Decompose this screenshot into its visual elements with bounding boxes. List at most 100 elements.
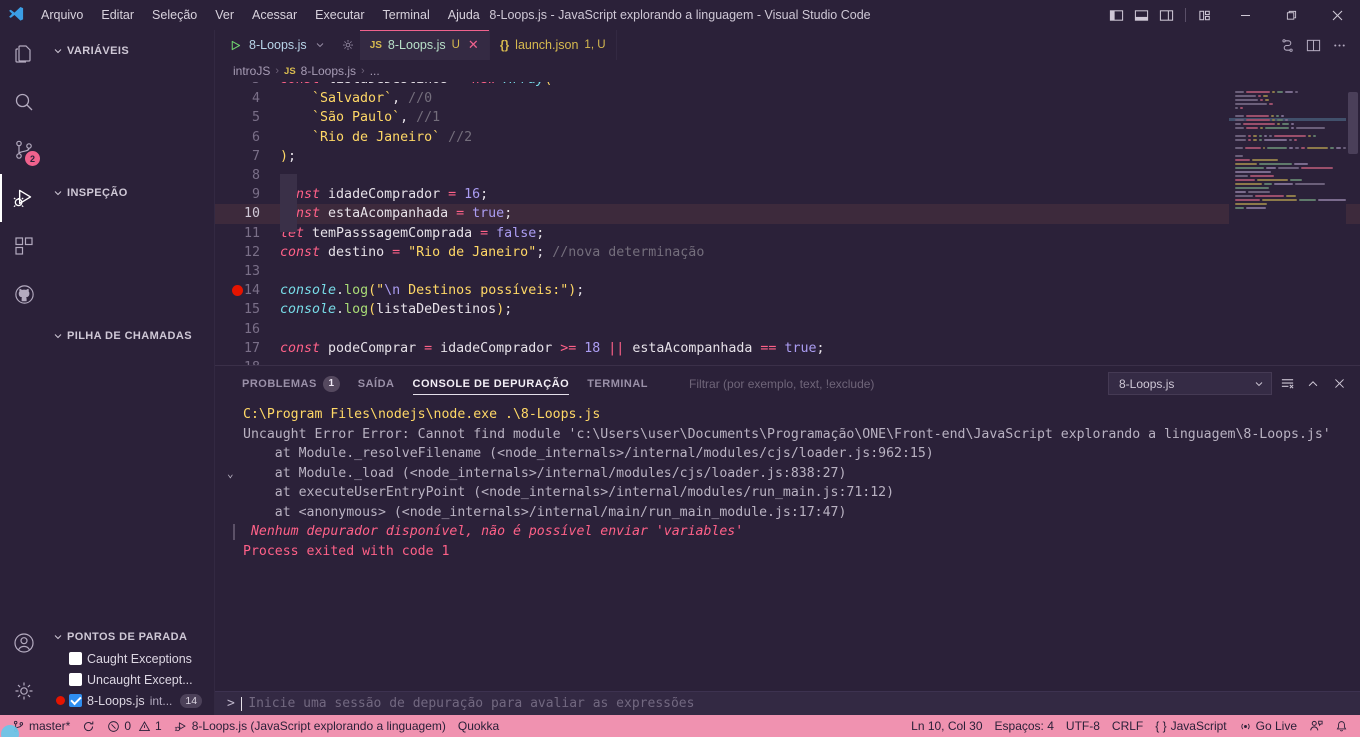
status-problems[interactable]: 0 1 [101,715,167,737]
checkbox[interactable] [69,673,82,686]
menu-executar[interactable]: Executar [306,4,373,26]
activity-explorer[interactable] [0,30,48,78]
section-breakpoints-header[interactable]: PONTOS DE PARADA [48,626,214,648]
collapse-panel-button[interactable] [1302,373,1324,395]
panel-tab-terminal[interactable]: TERMINAL [578,366,657,401]
menu-selecao[interactable]: Seleção [143,4,206,26]
debug-console-input[interactable]: > Inicie uma sessão de depuração para av… [215,691,1360,715]
ellipsis-icon[interactable] [1328,33,1350,57]
status-sync[interactable] [76,715,101,737]
code-line[interactable]: 16 [215,320,1360,339]
debug-console-output[interactable]: C:\Program Files\nodejs\node.exe .\8-Loo… [215,401,1360,691]
code-line[interactable]: 4 `Salvador`, //0 [215,89,1360,108]
menu-editar[interactable]: Editar [92,4,143,26]
menu-ver[interactable]: Ver [206,4,243,26]
scrollbar-thumb[interactable] [1348,92,1358,154]
status-indentation[interactable]: Espaços: 4 [989,715,1060,737]
code-editor[interactable]: 3const listaDeDestinos = new Array(4 `Sa… [215,82,1360,365]
checkbox[interactable] [69,694,82,707]
menu-ajuda[interactable]: Ajuda [439,4,489,26]
clear-console-button[interactable] [1276,373,1298,395]
editor-vertical-scrollbar[interactable] [1346,82,1360,365]
minimap-line [1229,186,1346,189]
breadcrumb-folder[interactable]: introJS [233,64,270,78]
code-text: ); [280,149,296,164]
status-debug-target[interactable]: 8-Loops.js (JavaScript explorando a ling… [168,715,452,737]
status-go-live[interactable]: Go Live [1233,715,1303,737]
status-indentation-label: Espaços: 4 [995,719,1054,733]
menu-bar: Arquivo Editar Seleção Ver Acessar Execu… [32,4,489,26]
run-config-gear-icon[interactable] [336,30,360,60]
minimap-line [1229,178,1346,181]
run-config-widget[interactable]: 8-Loops.js [215,30,336,60]
status-cursor-position[interactable]: Ln 10, Col 30 [905,715,988,737]
status-quokka[interactable]: Quokka [452,715,505,737]
minimize-icon[interactable] [1222,0,1268,30]
breakpoint-8-loops-js[interactable]: 8-Loops.js int... 14 [48,690,214,711]
code-line[interactable]: 17const podeComprar = idadeComprador >= … [215,339,1360,358]
breadcrumb-file[interactable]: 8-Loops.js [301,64,356,78]
status-language-mode[interactable]: { } JavaScript [1149,715,1232,737]
status-eol[interactable]: CRLF [1106,715,1149,737]
code-line[interactable]: 7); [215,147,1360,166]
panel-tab-debug-console[interactable]: CONSOLE DE DEPURAÇÃO [404,366,579,401]
activity-run-debug[interactable] [0,174,48,222]
layout-panel-bottom-icon[interactable] [1130,3,1152,27]
code-line[interactable]: 8 [215,166,1360,185]
code-line[interactable]: 15console.log(listaDeDestinos); [215,300,1360,319]
status-errors-count: 0 [124,719,131,733]
console-line: at Module._resolveFilename (<node_intern… [215,444,1360,464]
debug-session-select[interactable]: 8-Loops.js [1108,372,1272,395]
breadcrumb-symbol[interactable]: ... [370,64,380,78]
split-editor-right-icon[interactable] [1302,33,1324,57]
tab-8-loops-js[interactable]: JS 8-Loops.js U ✕ [360,30,490,60]
code-line[interactable]: 10const estaAcompanhada = true; [215,204,1360,223]
activity-settings[interactable] [0,667,48,715]
minimap[interactable] [1229,82,1346,365]
code-line[interactable]: 6 `Rio de Janeiro` //2 [215,128,1360,147]
code-line[interactable]: 5 `São Paulo`, //1 [215,108,1360,127]
panel-tab-problems[interactable]: PROBLEMAS 1 [233,366,349,401]
code-line[interactable]: 12const destino = "Rio de Janeiro"; //no… [215,243,1360,262]
activity-github[interactable] [0,270,48,318]
menu-acessar[interactable]: Acessar [243,4,306,26]
run-toggle-icon[interactable] [1276,33,1298,57]
status-encoding[interactable]: UTF-8 [1060,715,1106,737]
code-line[interactable]: 18 [215,358,1360,365]
status-go-live-label: Go Live [1256,719,1297,733]
layout-sidebar-left-icon[interactable] [1105,3,1127,27]
console-filter-input[interactable]: Filtrar (por exemplo, text, !exclude) [689,377,1108,391]
code-line[interactable]: 14console.log("\n Destinos possíveis:"); [215,281,1360,300]
code-line[interactable]: 11let temPasssagemComprada = false; [215,224,1360,243]
status-feedback[interactable] [1303,715,1329,737]
section-call-stack-header[interactable]: PILHA DE CHAMADAS [48,325,214,347]
activity-search[interactable] [0,78,48,126]
minimap-line [1229,150,1346,153]
close-icon[interactable] [1314,0,1360,30]
breakpoint-uncaught-exceptions[interactable]: Uncaught Except... [48,669,214,690]
menu-arquivo[interactable]: Arquivo [32,4,92,26]
layout-customize-icon[interactable] [1194,3,1216,27]
code-line[interactable]: 3const listaDeDestinos = new Array( [215,82,1360,89]
panel-tab-output[interactable]: SAÍDA [349,366,404,401]
section-variables-header[interactable]: VARIÁVEIS [48,40,214,62]
tab-launch-json[interactable]: {} launch.json 1, U [490,30,617,60]
section-watch-header[interactable]: INSPEÇÃO [48,182,214,204]
breakpoint-caught-exceptions[interactable]: Caught Exceptions [48,648,214,669]
minimap-line [1229,94,1346,97]
checkbox[interactable] [69,652,82,665]
activity-extensions[interactable] [0,222,48,270]
maximize-restore-icon[interactable] [1268,0,1314,30]
menu-terminal[interactable]: Terminal [374,4,439,26]
status-remote-indicator[interactable] [0,715,30,737]
close-panel-button[interactable] [1328,373,1350,395]
close-icon[interactable]: ✕ [468,37,479,53]
expand-chevron-icon[interactable]: ⌄ [227,464,234,484]
activity-source-control[interactable]: 2 [0,126,48,174]
code-line[interactable]: 13 [215,262,1360,281]
activity-accounts[interactable] [0,619,48,667]
code-line[interactable]: 9const idadeComprador = 16; [215,185,1360,204]
minimap-token [1336,147,1341,149]
status-notifications[interactable] [1329,715,1354,737]
layout-sidebar-right-icon[interactable] [1155,3,1177,27]
